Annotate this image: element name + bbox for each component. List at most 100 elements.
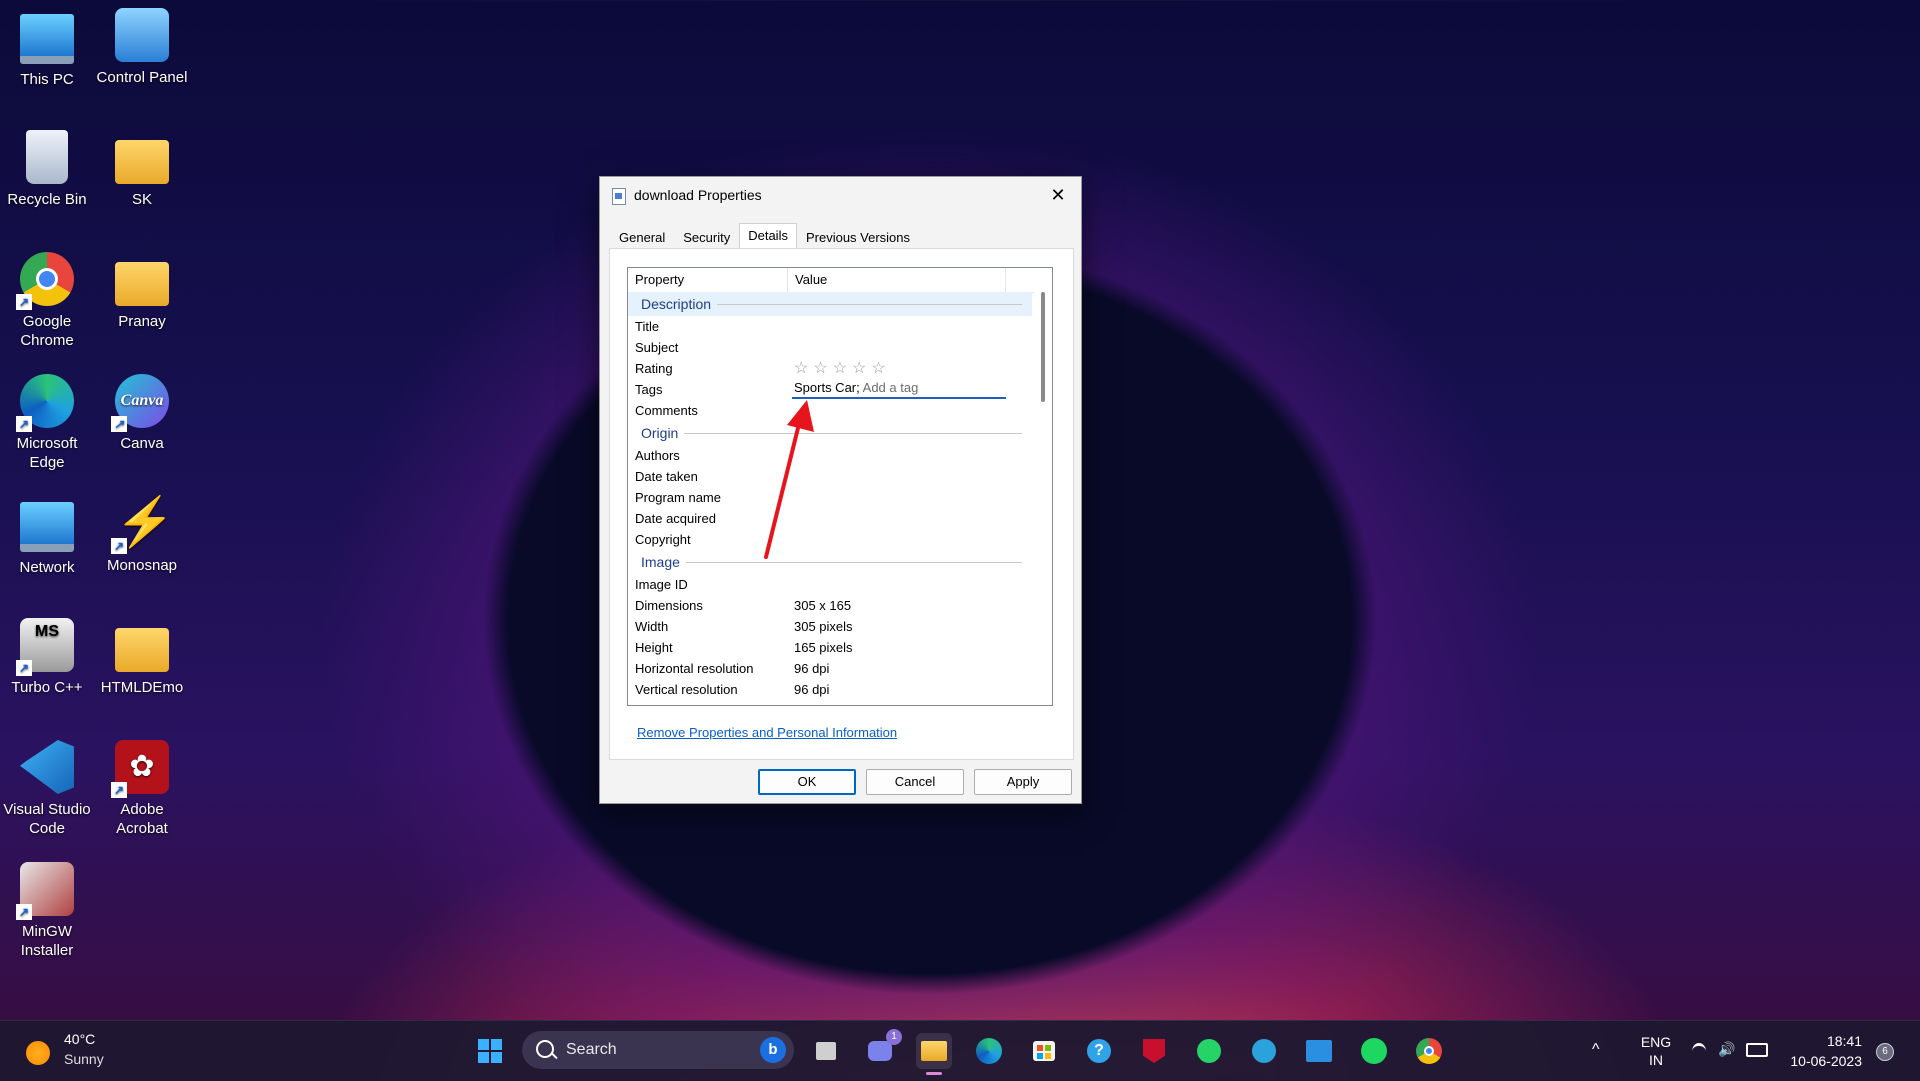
desktop-icon-network[interactable]: Network <box>1 488 93 577</box>
desktop-icon-adobe-acrobat[interactable]: ✿ ↗ Adobe Acrobat <box>96 732 188 838</box>
desktop-icon-control-panel[interactable]: Control Panel <box>96 0 188 87</box>
file-explorer-button[interactable] <box>916 1033 952 1075</box>
desktop-icon-monosnap[interactable]: ⚡ ↗ Monosnap <box>96 488 188 575</box>
column-header-property[interactable]: Property <box>628 268 788 292</box>
scrollbar-thumb[interactable] <box>1041 292 1045 402</box>
desktop-icon-mingw-installer[interactable]: ↗ MinGW Installer <box>1 854 93 960</box>
language-indicator[interactable]: ENG IN <box>1636 1033 1676 1069</box>
task-view-button[interactable] <box>808 1033 844 1069</box>
chrome-icon: ↗ <box>16 252 74 310</box>
property-row-comments[interactable]: Comments <box>628 400 1032 421</box>
store-button[interactable] <box>1026 1033 1062 1069</box>
edge-icon: ↗ <box>16 374 74 432</box>
mcafee-button[interactable] <box>1136 1033 1172 1069</box>
myhp-button[interactable] <box>1301 1033 1337 1069</box>
store-icon <box>1033 1041 1055 1061</box>
tags-input[interactable]: Sports Car; Add a tag <box>792 379 1006 399</box>
property-row-authors[interactable]: Authors <box>628 445 1032 466</box>
desktop-icon-htmldemo[interactable]: HTMLDEmo <box>96 610 188 697</box>
desktop-icon-vscode[interactable]: Visual Studio Code <box>1 732 93 838</box>
control-panel-icon <box>115 8 169 62</box>
desktop-icon-recycle-bin[interactable]: Recycle Bin <box>1 122 93 209</box>
property-row-image-id[interactable]: Image ID <box>628 574 1032 595</box>
dialog-title-bar[interactable]: download Properties ✕ <box>600 177 1081 213</box>
wifi-icon[interactable] <box>1692 1043 1706 1060</box>
tab-previous-versions[interactable]: Previous Versions <box>797 226 919 250</box>
property-value: 96 dpi <box>794 682 830 697</box>
taskbar-search[interactable]: Search b <box>522 1031 794 1069</box>
list-header: Property Value <box>628 268 1052 293</box>
property-row-vertical-resolution[interactable]: Vertical resolution 96 dpi <box>628 679 1032 700</box>
notification-badge[interactable]: 6 <box>1876 1043 1894 1061</box>
property-key: Horizontal resolution <box>635 661 754 676</box>
close-icon[interactable]: ✕ <box>1035 177 1081 213</box>
region-code: IN <box>1649 1052 1663 1068</box>
tab-details[interactable]: Details <box>739 223 797 250</box>
volume-icon[interactable]: 🔊 <box>1718 1041 1735 1057</box>
rating-stars[interactable]: ☆☆☆☆☆ <box>794 358 891 379</box>
property-row-height[interactable]: Height 165 pixels <box>628 637 1032 658</box>
desktop-icon-this-pc[interactable]: This PC <box>1 0 93 89</box>
bing-icon[interactable]: b <box>760 1037 786 1063</box>
group-origin[interactable]: Origin <box>628 421 1032 445</box>
help-icon: ? <box>1087 1039 1111 1063</box>
desktop-icon-label: SK <box>131 191 152 208</box>
column-header-value[interactable]: Value <box>788 268 1006 292</box>
property-row-horizontal-resolution[interactable]: Horizontal resolution 96 dpi <box>628 658 1032 679</box>
desktop-icon-label: Pranay <box>118 313 166 330</box>
property-key: Vertical resolution <box>635 682 738 697</box>
help-button[interactable]: ? <box>1081 1033 1117 1069</box>
desktop-icon-label: Canva <box>120 435 164 452</box>
property-row-width[interactable]: Width 305 pixels <box>628 616 1032 637</box>
tab-security[interactable]: Security <box>674 226 739 250</box>
property-row-tags[interactable]: Tags Sports Car; Add a tag <box>628 379 1032 400</box>
telegram-button[interactable] <box>1246 1033 1282 1069</box>
chrome-icon <box>1416 1038 1442 1064</box>
remove-properties-link[interactable]: Remove Properties and Personal Informati… <box>637 725 897 740</box>
desktop-icon-microsoft-edge[interactable]: ↗ Microsoft Edge <box>1 366 93 472</box>
property-value: 96 dpi <box>794 661 830 676</box>
battery-icon[interactable] <box>1746 1043 1768 1057</box>
search-icon <box>536 1040 554 1058</box>
apply-button[interactable]: Apply <box>974 769 1072 795</box>
start-button[interactable] <box>472 1033 508 1069</box>
property-row-program-name[interactable]: Program name <box>628 487 1032 508</box>
tab-general[interactable]: General <box>610 226 674 250</box>
property-row-date-acquired[interactable]: Date acquired <box>628 508 1032 529</box>
whatsapp-button[interactable] <box>1191 1033 1227 1069</box>
show-hidden-icons-chevron[interactable]: ^ <box>1592 1041 1600 1059</box>
folder-icon <box>921 1041 947 1061</box>
desktop-icon-label: MinGW Installer <box>20 923 74 959</box>
desktop-icon-turbo-cpp[interactable]: MS ↗ Turbo C++ <box>1 610 93 697</box>
spotify-button[interactable] <box>1356 1033 1392 1069</box>
property-row-subject[interactable]: Subject <box>628 337 1032 358</box>
desktop-icon-pranay[interactable]: Pranay <box>96 244 188 331</box>
list-scrollbar[interactable] <box>1034 268 1052 705</box>
teams-button[interactable]: 1 <box>862 1029 902 1069</box>
group-description[interactable]: Description <box>628 292 1032 316</box>
network-icon <box>20 502 74 552</box>
property-key: Dimensions <box>635 598 703 613</box>
desktop-icon-canva[interactable]: Canva ↗ Canva <box>96 366 188 453</box>
telegram-icon <box>1252 1039 1276 1063</box>
ok-button[interactable]: OK <box>758 769 856 795</box>
desktop-icon-google-chrome[interactable]: ↗ Google Chrome <box>1 244 93 350</box>
desktop-icon-sk[interactable]: SK <box>96 122 188 209</box>
group-label: Image <box>641 550 686 574</box>
tags-placeholder: Add a tag <box>862 380 919 395</box>
property-row-rating[interactable]: Rating ☆☆☆☆☆ <box>628 358 1032 379</box>
edge-icon <box>976 1038 1002 1064</box>
property-list[interactable]: Property Value Description Title Subject… <box>627 267 1053 706</box>
cancel-button[interactable]: Cancel <box>866 769 964 795</box>
property-row-dimensions[interactable]: Dimensions 305 x 165 <box>628 595 1032 616</box>
property-row-date-taken[interactable]: Date taken <box>628 466 1032 487</box>
property-row-copyright[interactable]: Copyright <box>628 529 1032 550</box>
group-image[interactable]: Image <box>628 550 1032 574</box>
edge-button[interactable] <box>971 1033 1007 1069</box>
clock[interactable]: 18:41 10-06-2023 <box>1780 1031 1862 1071</box>
property-row-title[interactable]: Title <box>628 316 1032 337</box>
chrome-button[interactable] <box>1411 1033 1447 1069</box>
details-panel: Property Value Description Title Subject… <box>609 248 1074 760</box>
desktop-icon-label: Monosnap <box>106 557 178 574</box>
property-key: Program name <box>635 490 721 505</box>
